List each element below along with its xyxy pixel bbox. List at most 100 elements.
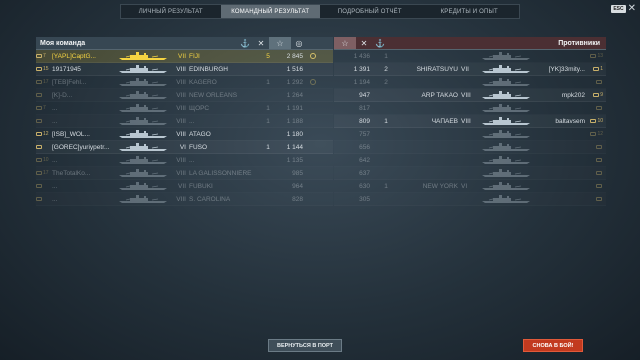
my-team-row[interactable]: 17 [TEB]Fehl... VIII KAGERO 1 1 292 xyxy=(36,76,333,89)
enemy-player-name: baltavsem xyxy=(555,117,585,125)
enemy-team-row[interactable]: 1 391 2 SHIRATSUYU VII [YK]33mity... 1 xyxy=(334,63,606,76)
xp-value: 1 264 xyxy=(286,91,303,99)
enemy-kills-value: 1 xyxy=(384,182,388,190)
enemy-kills-value: 1 xyxy=(384,117,388,125)
enemy-team-row[interactable]: 809 1 ЧАПАЕВ VIII baltavsem 10 xyxy=(334,115,606,128)
rank-badge-icon xyxy=(36,158,42,162)
enemy-xp-value: 947 xyxy=(359,91,370,99)
xp-value: 2 845 xyxy=(286,52,303,60)
rank-number: 12 xyxy=(597,131,603,137)
my-team-row[interactable]: 12 [ISB]_WOL... VIII ATAGO 1 180 xyxy=(36,128,333,141)
xp-value: 1 292 xyxy=(286,78,303,86)
ship-silhouette-icon xyxy=(119,169,167,177)
enemy-xp-value: 630 xyxy=(359,182,370,190)
ship-name: LA GALISSONNIÈRE xyxy=(189,169,252,177)
ship-sunk-icon: ⚓ xyxy=(240,38,250,48)
ship-silhouette-icon xyxy=(482,104,530,112)
rank-badge-icon xyxy=(590,132,597,136)
rank-badge-icon xyxy=(36,80,42,84)
enemy-xp-value: 757 xyxy=(359,130,370,138)
rank-number: 13 xyxy=(597,53,603,59)
rank-number: 17 xyxy=(43,170,49,176)
close-button[interactable]: ESC ✕ xyxy=(611,4,636,14)
ship-silhouette-icon xyxy=(119,195,167,203)
enemy-rank-badge: 10 xyxy=(585,118,603,124)
rank-badge-icon xyxy=(596,158,602,162)
my-team-row[interactable]: ... VII FUBUKI 964 xyxy=(36,180,333,193)
rank-number: 7 xyxy=(43,53,46,59)
kills-icon: ✕ xyxy=(257,38,265,48)
ship-tier: VIII xyxy=(176,130,186,138)
xp-star-icon[interactable]: ☆ xyxy=(269,37,291,49)
my-team-header: Моя команда ⚓ ✕ ☆ ◎ xyxy=(36,37,333,50)
ship-silhouette-icon xyxy=(119,104,167,112)
xp-value: 1 135 xyxy=(286,156,303,164)
ship-tier: VIII xyxy=(176,91,186,99)
tab-detailed-report[interactable]: ПОДРОБНЫЙ ОТЧЁТ xyxy=(320,5,420,18)
ship-silhouette-icon xyxy=(482,169,530,177)
enemy-team-row[interactable]: 642 xyxy=(334,154,606,167)
enemy-ship-name: NEW YORK xyxy=(422,182,458,190)
ship-silhouette-icon xyxy=(482,195,530,203)
enemy-rank-badge xyxy=(585,80,603,84)
my-team-row[interactable]: 7 [YAPL]CaptG... VII FIJI 5 2 845 xyxy=(36,50,333,63)
return-to-port-button[interactable]: ВЕРНУТЬСЯ В ПОРТ xyxy=(268,339,342,352)
rank-badge xyxy=(36,145,52,149)
rank-number: 9 xyxy=(600,92,603,98)
enemy-ship-tier: VII xyxy=(461,65,469,73)
enemy-team-row[interactable]: 1 194 2 xyxy=(334,76,606,89)
my-team-row[interactable]: ... VIII S. CAROLINA 828 xyxy=(36,193,333,206)
enemy-kills-value: 1 xyxy=(384,52,388,60)
enemy-team-row[interactable]: 630 1 NEW YORK VI xyxy=(334,180,606,193)
ship-silhouette-icon xyxy=(119,65,167,73)
enemy-team-row[interactable]: 757 12 xyxy=(334,128,606,141)
ship-silhouette-icon xyxy=(119,52,167,60)
ship-tier: VI xyxy=(179,143,186,151)
rank-badge xyxy=(36,184,52,188)
my-team-row[interactable]: 7... VIII ЩОРС 1 1 191 xyxy=(36,102,333,115)
rank-badge xyxy=(36,197,52,201)
tab-personal-result[interactable]: ЛИЧНЫЙ РЕЗУЛЬТАТ xyxy=(121,5,221,18)
battle-again-button[interactable]: СНОВА В БОЙ! xyxy=(523,339,583,352)
rank-badge: 17 xyxy=(36,170,52,176)
ship-tier: VIII xyxy=(176,195,186,203)
enemy-kills-value: 2 xyxy=(384,65,388,73)
rank-number: 7 xyxy=(43,105,46,111)
enemy-player-name: [YK]33mity... xyxy=(548,65,585,73)
my-team-row[interactable]: 10... VIII... 1 135 xyxy=(36,154,333,167)
enemy-ship-tier: VIII xyxy=(461,91,471,99)
enemy-ship-tier: VI xyxy=(461,182,468,190)
rank-badge-icon xyxy=(36,197,42,201)
enemy-rank-badge xyxy=(585,184,603,188)
ship-silhouette-icon xyxy=(119,143,167,151)
enemy-team-row[interactable]: 305 xyxy=(334,193,606,206)
enemy-rank-badge: 9 xyxy=(585,92,603,98)
my-team-row[interactable]: [GOREC]yuriypetr... VI FUSO 1 1 144 xyxy=(36,141,333,154)
enemy-team-row[interactable]: 947 ARP TAKAO VIII mpk202 9 xyxy=(334,89,606,102)
ship-name: KAGERO xyxy=(189,78,217,86)
ship-name: ЩОРС xyxy=(189,104,210,112)
player-name: [GOREC]yuriypetr... xyxy=(52,143,110,151)
enemy-team-row[interactable]: 1 436 1 13 xyxy=(334,50,606,63)
ship-name: ... xyxy=(189,156,195,164)
rank-badge-icon xyxy=(36,106,42,110)
xp-value: 828 xyxy=(292,195,303,203)
rank-badge: 15 xyxy=(36,66,52,72)
rank-badge-icon xyxy=(596,106,602,110)
my-team-row[interactable]: 15 19171945 VIII EDINBURGH 1 516 xyxy=(36,63,333,76)
xp-value: 964 xyxy=(292,182,303,190)
rank-badge-icon xyxy=(593,67,600,71)
enemy-team-row[interactable]: 637 xyxy=(334,167,606,180)
enemy-xp-star-icon[interactable]: ☆ xyxy=(334,37,356,49)
enemy-team-header: ☆ ✕ ⚓ Противники xyxy=(334,37,606,50)
tab-team-result[interactable]: КОМАНДНЫЙ РЕЗУЛЬТАТ xyxy=(220,5,320,18)
rank-number: 1 xyxy=(600,66,603,72)
my-team-row[interactable]: ... VIII... 1 1 188 xyxy=(36,115,333,128)
enemy-team-row[interactable]: 817 xyxy=(334,102,606,115)
my-team-row[interactable]: 17 TheTotalKo... VIII LA GALISSONNIÈRE 985 xyxy=(36,167,333,180)
tab-credits-xp[interactable]: КРЕДИТЫ И ОПЫТ xyxy=(420,5,520,18)
kills-value: 5 xyxy=(266,52,270,60)
enemy-team-row[interactable]: 656 xyxy=(334,141,606,154)
my-team-row[interactable]: [K]-D... VIII NEW ORLEANS 1 264 xyxy=(36,89,333,102)
kills-value: 1 xyxy=(266,143,270,151)
